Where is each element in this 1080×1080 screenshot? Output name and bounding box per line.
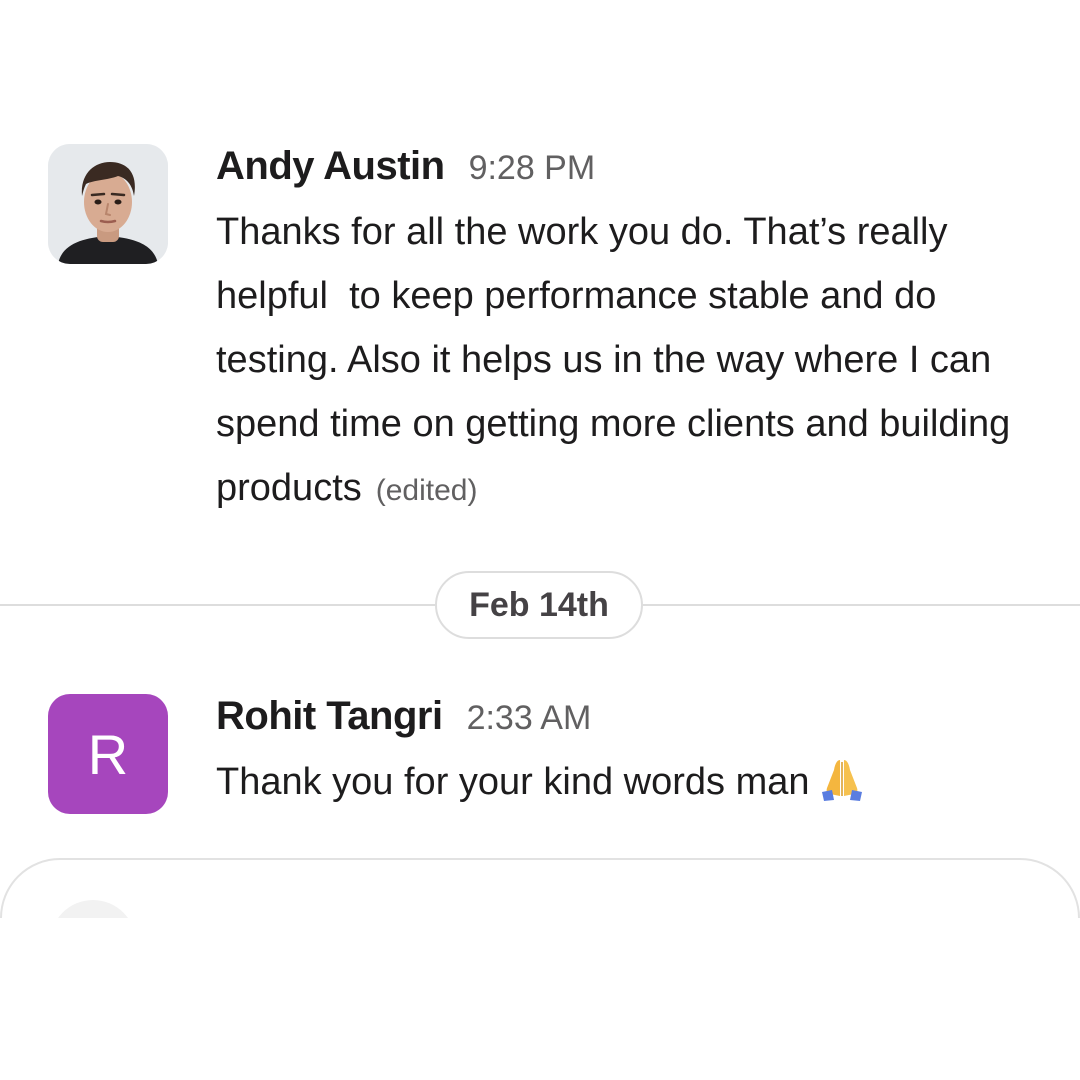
avatar-rohit-tangri[interactable]: R <box>48 694 168 814</box>
date-divider-pill[interactable]: Feb 14th <box>435 571 643 639</box>
message-body: Rohit Tangri 2:33 AM Thank you for your … <box>216 694 1040 814</box>
message-body: Andy Austin 9:28 PM Thanks for all the w… <box>216 144 1040 523</box>
message-andy-austin[interactable]: Andy Austin 9:28 PM Thanks for all the w… <box>48 144 1040 514</box>
folded-hands-icon <box>821 760 862 801</box>
message-text-content: Thanks for all the work you do. That’s r… <box>216 211 1021 509</box>
message-header: Andy Austin 9:28 PM <box>216 144 1040 190</box>
message-text: Thanks for all the work you do. That’s r… <box>216 200 1040 523</box>
avatar-andy-austin[interactable] <box>48 144 168 264</box>
message-text: Thank you for your kind words man <box>216 750 1040 814</box>
message-rohit-tangri[interactable]: R Rohit Tangri 2:33 AM Thank you for you… <box>48 694 1040 818</box>
author-name[interactable]: Andy Austin <box>216 144 445 189</box>
message-timestamp[interactable]: 2:33 AM <box>467 699 592 738</box>
edited-label: (edited) <box>375 474 478 507</box>
composer-fade <box>0 918 1080 1080</box>
message-timestamp[interactable]: 9:28 PM <box>469 149 596 188</box>
message-text-content: Thank you for your kind words man <box>216 761 810 803</box>
author-name[interactable]: Rohit Tangri <box>216 694 443 739</box>
message-header: Rohit Tangri 2:33 AM <box>216 694 1040 740</box>
person-photo-icon <box>48 144 168 264</box>
